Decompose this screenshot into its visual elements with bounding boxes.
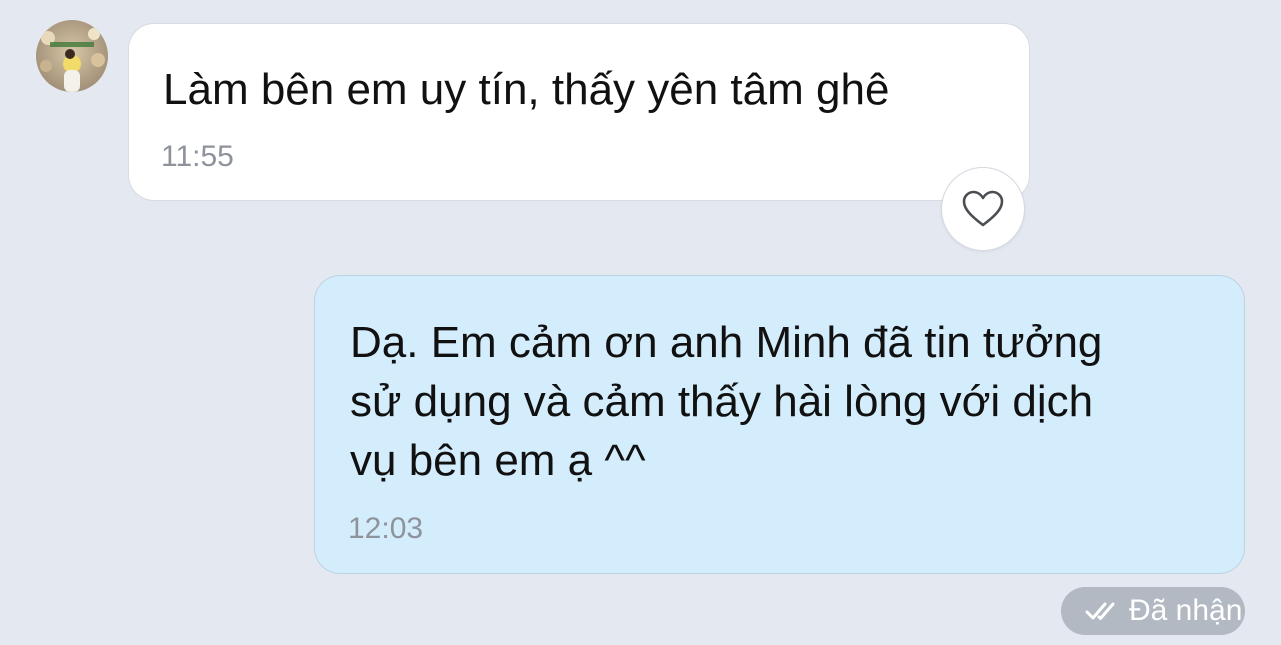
incoming-message-text: Làm bên em uy tín, thấy yên tâm ghê — [163, 65, 890, 114]
delivery-status-label: Đã nhận — [1129, 594, 1243, 627]
avatar-image — [40, 28, 105, 92]
outgoing-message-time: 12:03 — [348, 512, 424, 545]
incoming-message-time: 11:55 — [161, 140, 234, 173]
outgoing-message-bubble[interactable]: Dạ. Em cảm ơn anh Minh đã tin tưởng sử d… — [314, 275, 1245, 574]
sender-avatar[interactable] — [36, 20, 108, 92]
outgoing-message-text: Dạ. Em cảm ơn anh Minh đã tin tưởng sử d… — [350, 318, 1103, 485]
double-check-icon — [1085, 602, 1115, 620]
reaction-button[interactable] — [941, 167, 1025, 251]
incoming-message-bubble[interactable]: Làm bên em uy tín, thấy yên tâm ghê 11:5… — [128, 23, 1030, 201]
delivery-status-badge: Đã nhận — [1061, 587, 1245, 635]
heart-icon — [962, 190, 1004, 227]
